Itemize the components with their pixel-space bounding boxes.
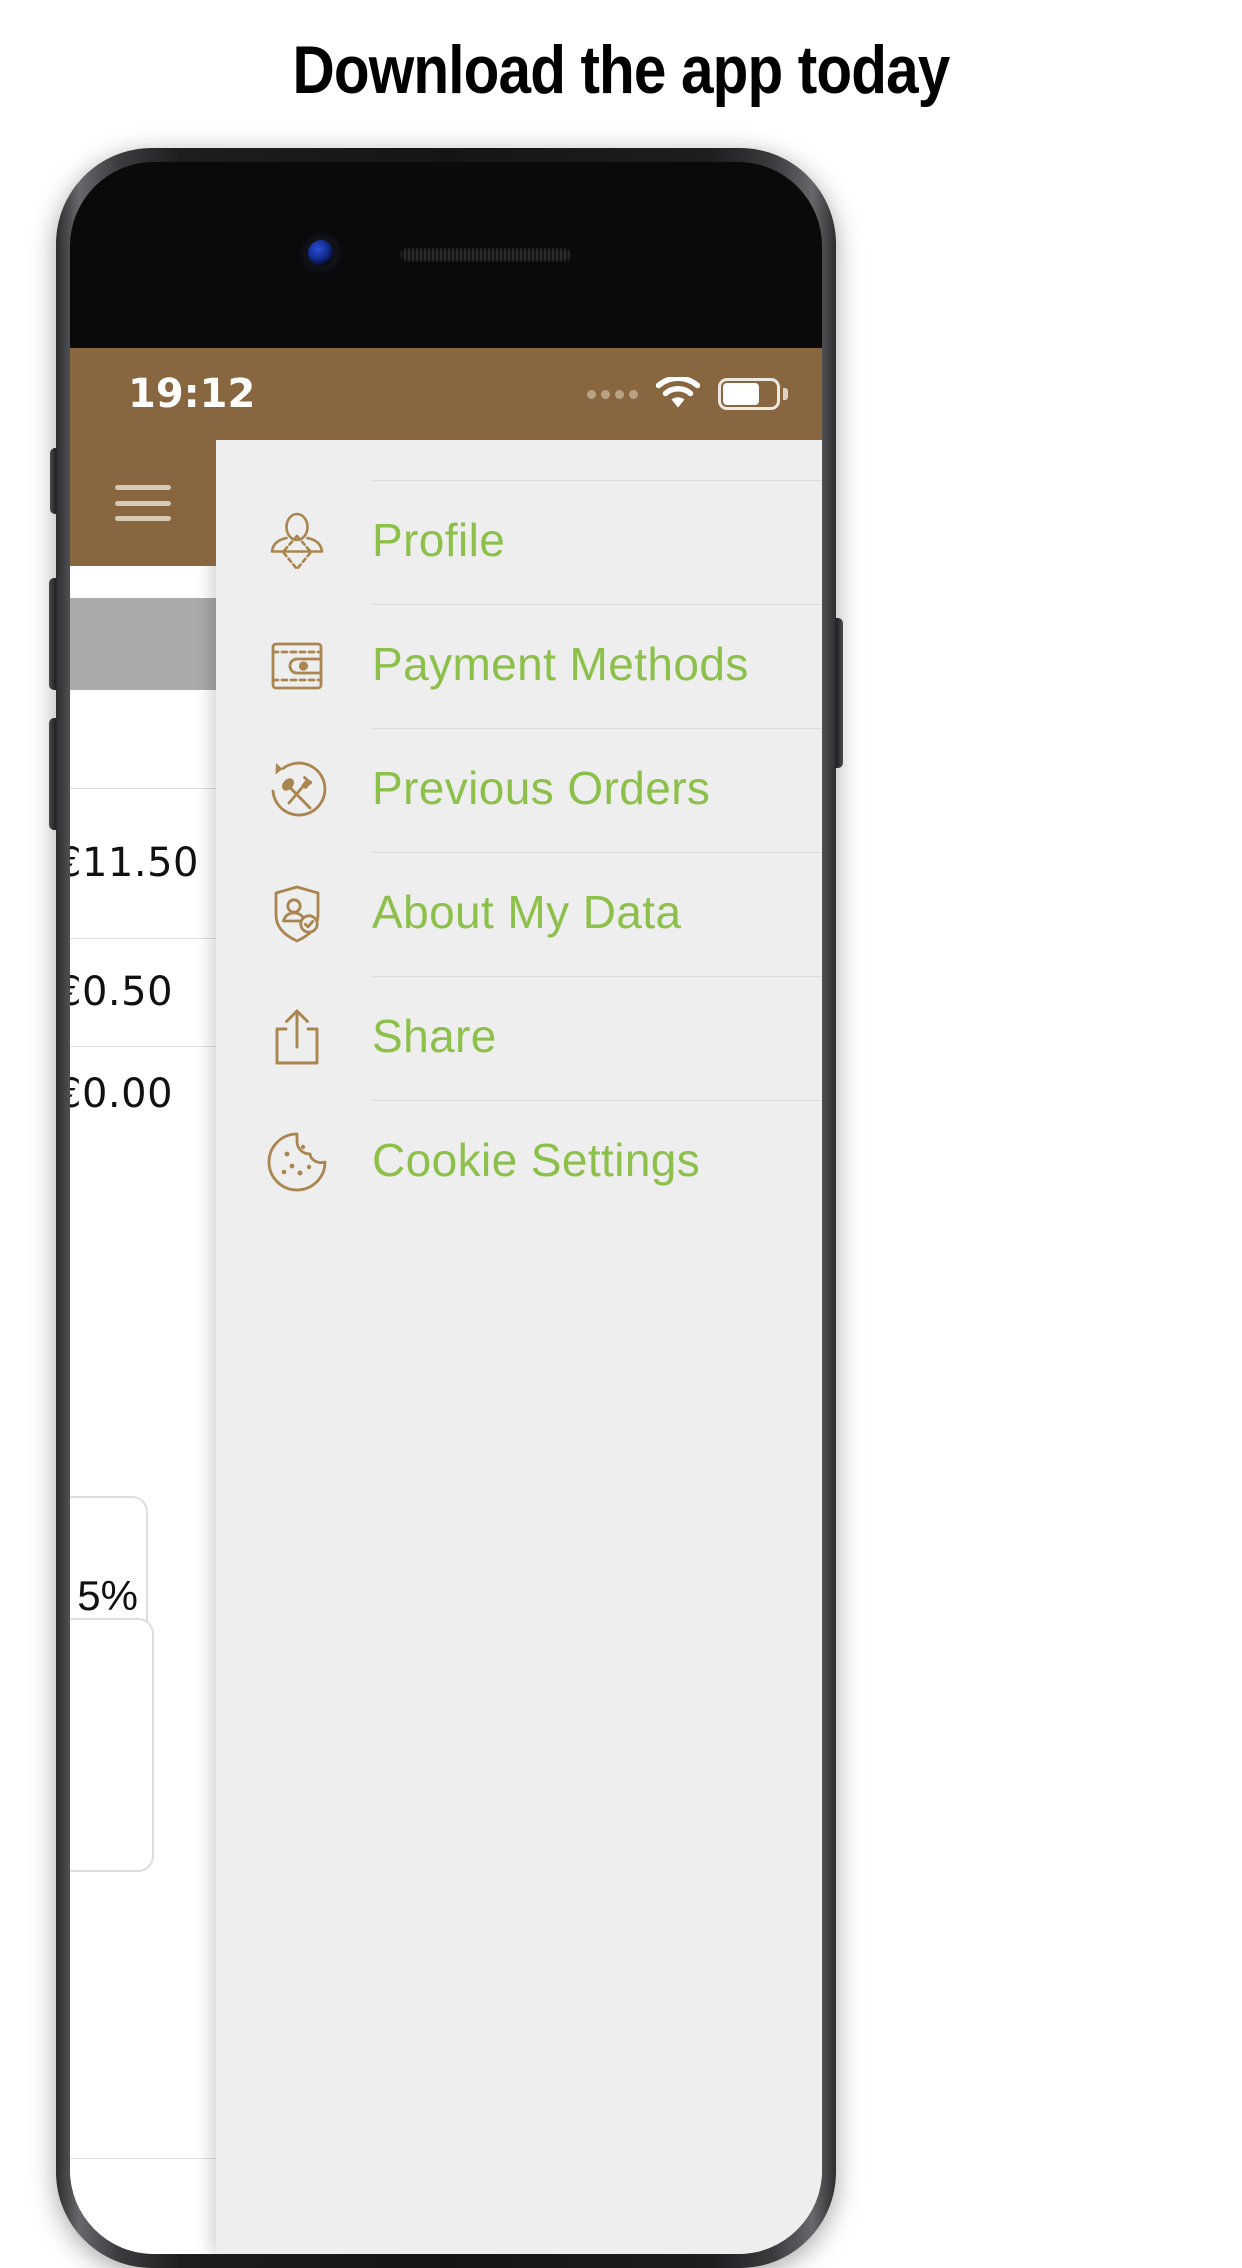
drawer-toggle-button[interactable] — [70, 440, 216, 566]
menu-divider — [372, 1100, 822, 1101]
menu-item-share[interactable]: Share — [216, 976, 822, 1100]
menu-divider — [372, 604, 822, 605]
menu-divider — [372, 728, 822, 729]
menu-item-label: Share — [372, 1010, 497, 1062]
menu-item-cookie-settings[interactable]: Cookie Settings — [216, 1100, 822, 1224]
page-title: Download the app today — [292, 32, 951, 108]
navigation-drawer: Profile Payment Methods Previous Orders … — [216, 440, 822, 2254]
menu-item-label: About My Data — [372, 886, 682, 938]
wifi-icon — [656, 377, 700, 408]
previous-orders-icon — [258, 751, 336, 829]
menu-divider — [372, 852, 822, 853]
volume-up-button[interactable] — [49, 578, 60, 690]
menu-item-label: Profile — [372, 514, 506, 566]
cookie-icon — [258, 1123, 336, 1201]
status-indicators — [587, 377, 788, 411]
front-camera-icon — [308, 240, 334, 266]
phone-bezel: €11.50 €0.50 €0.00 5% 19:12 — [70, 162, 822, 2254]
drawer-menu-list: Profile Payment Methods Previous Orders … — [216, 480, 822, 1224]
hamburger-icon — [115, 485, 171, 521]
menu-item-label: Cookie Settings — [372, 1134, 701, 1186]
menu-item-previous-orders[interactable]: Previous Orders — [216, 728, 822, 852]
wallet-icon — [258, 627, 336, 705]
menu-item-profile[interactable]: Profile — [216, 480, 822, 604]
background-tip-percent-value: 5% — [77, 1572, 138, 1619]
mute-switch[interactable] — [50, 448, 60, 514]
menu-divider — [372, 976, 822, 977]
status-time: 19:12 — [128, 371, 256, 417]
phone-device-frame: €11.50 €0.50 €0.00 5% 19:12 — [49, 148, 843, 2268]
profile-icon — [258, 503, 336, 581]
signal-dots-icon — [587, 389, 638, 399]
background-price-value: €11.50 — [70, 840, 199, 886]
status-bar: 19:12 — [70, 348, 822, 440]
background-price-value: €0.00 — [70, 1071, 174, 1117]
share-icon — [258, 999, 336, 1077]
power-button[interactable] — [832, 618, 843, 768]
shield-user-check-icon — [258, 875, 336, 953]
menu-item-label: Previous Orders — [372, 762, 711, 814]
earpiece-speaker-icon — [400, 248, 572, 262]
menu-item-label: Payment Methods — [372, 638, 749, 690]
menu-divider — [372, 480, 822, 481]
background-card-box[interactable] — [70, 1618, 154, 1872]
volume-down-button[interactable] — [49, 718, 60, 830]
background-price-value: €0.50 — [70, 969, 174, 1015]
phone-screen: €11.50 €0.50 €0.00 5% 19:12 — [70, 348, 822, 2254]
battery-icon — [718, 378, 788, 410]
menu-item-payment-methods[interactable]: Payment Methods — [216, 604, 822, 728]
menu-item-about-my-data[interactable]: About My Data — [216, 852, 822, 976]
